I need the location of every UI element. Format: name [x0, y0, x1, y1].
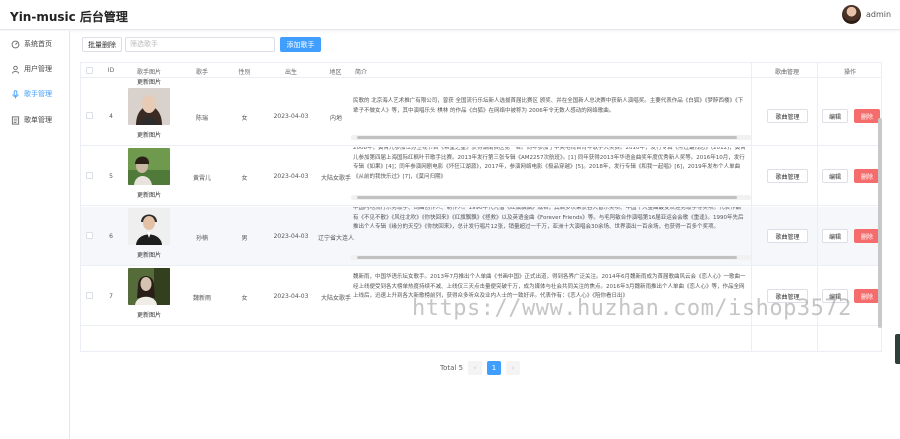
singer-sex: 女: [241, 115, 248, 122]
sidebar-item-dashboard[interactable]: 系统首页: [0, 37, 70, 51]
column-header: 歌手: [195, 69, 208, 76]
update-photo-button[interactable]: 更新图片: [126, 77, 172, 86]
table-row: 6 更新图片 孙楠 男 2023-04-03 辽宁省大连人 中国内地流行乐男歌手…: [81, 207, 881, 266]
delete-button[interactable]: 删除: [854, 229, 880, 243]
singer-id: 4: [109, 113, 113, 120]
column-header: 出生: [284, 69, 297, 76]
edit-button[interactable]: 编辑: [822, 229, 848, 243]
row-checkbox[interactable]: [86, 112, 93, 119]
prev-page-button[interactable]: ‹: [468, 361, 483, 375]
table-row: 5 更新图片 黄霄儿 女 2023-04-03 大陆女歌手 2008年，黄霄儿参…: [81, 147, 881, 206]
sidebar-item-singers[interactable]: 歌手管理: [0, 87, 70, 101]
column-header: 地区: [329, 69, 342, 76]
update-photo-button[interactable]: 更新图片: [126, 190, 172, 199]
add-singer-button[interactable]: 添加歌手: [280, 37, 321, 52]
select-all-checkbox[interactable]: [86, 67, 93, 74]
edit-button[interactable]: 编辑: [822, 109, 848, 123]
singer-photo: [128, 208, 170, 245]
sidebar: 系统首页 用户管理 歌手管理 歌单管理: [0, 31, 70, 439]
singer-location: 大陆女歌手: [320, 295, 351, 302]
next-page-button[interactable]: ›: [506, 361, 521, 375]
top-header: Yin-music 后台管理 admin: [0, 0, 900, 30]
singer-id: 7: [109, 293, 113, 300]
user-name[interactable]: admin: [866, 10, 891, 19]
app-title: Yin-music 后台管理: [10, 10, 128, 24]
edit-button[interactable]: 编辑: [822, 169, 848, 183]
sidebar-item-label: 歌手管理: [24, 90, 52, 98]
singer-sex: 女: [241, 295, 248, 302]
singer-name: 黄霄儿: [192, 175, 211, 182]
singer-sex: 男: [241, 235, 248, 242]
page-scrollbar[interactable]: [878, 118, 882, 328]
sidebar-item-users[interactable]: 用户管理: [0, 62, 70, 76]
user-avatar[interactable]: [842, 5, 861, 24]
pagination: Total 5 ‹ 1 ›: [440, 361, 521, 375]
singer-name: 陈瑞: [195, 115, 208, 122]
table-row: 4 更新图片 陈瑞 女 2023-04-03 内地 民歌的 北京海人艺术推广有限…: [81, 87, 881, 146]
page-number-current[interactable]: 1: [487, 361, 502, 375]
column-header: 歌手图片: [136, 69, 161, 76]
singer-birth: 2023-04-03: [273, 173, 309, 180]
intro-scrollbar[interactable]: [351, 135, 751, 140]
watermark-text: https://www.huzhan.com/ishop3572: [412, 296, 852, 321]
column-header: 简介: [355, 69, 368, 76]
row-checkbox[interactable]: [86, 172, 93, 179]
intro-scrollbar[interactable]: [351, 255, 751, 260]
table-header: ID 歌手图片 歌手 性别 出生 地区 简介 歌曲管理 操作: [81, 63, 881, 78]
sidebar-item-label: 系统首页: [24, 40, 52, 48]
delete-button[interactable]: 删除: [854, 289, 880, 303]
pagination-total: Total 5: [440, 364, 464, 372]
home-icon: [10, 39, 20, 49]
delete-button[interactable]: 删除: [854, 169, 880, 183]
column-header: 歌曲管理: [774, 69, 799, 76]
update-photo-button[interactable]: 更新图片: [126, 250, 172, 259]
search-input[interactable]: 筛选歌手: [125, 37, 275, 52]
column-header: 操作: [843, 69, 856, 76]
singer-intro: 中国内地流行乐男歌手、词曲创作人、制作人。1990年代凭借《红旗飘飘》成名，其后…: [353, 207, 744, 230]
singer-location: 内地: [329, 115, 342, 122]
singer-photo: [128, 148, 170, 185]
singer-birth: 2023-04-03: [273, 293, 309, 300]
singer-photo: [128, 268, 170, 305]
singer-name: 魏新雨: [192, 295, 211, 302]
song-manage-button[interactable]: 歌曲管理: [767, 169, 808, 183]
side-panel-tab[interactable]: [895, 334, 900, 364]
singer-id: 6: [109, 233, 113, 240]
mic-icon: [10, 89, 20, 99]
singer-intro: 2008年，黄霄儿参加江苏卫视节目《希望之星》获得湖南赛区第一名。同年参加了中央…: [353, 147, 746, 180]
batch-delete-button[interactable]: 批量删除: [82, 37, 122, 52]
singer-name: 孙楠: [195, 235, 208, 242]
intro-scrollbar[interactable]: [351, 195, 751, 200]
singer-photo: [128, 88, 170, 125]
sidebar-item-songlists[interactable]: 歌单管理: [0, 113, 70, 127]
update-photo-button[interactable]: 更新图片: [126, 130, 172, 139]
singer-location: 大陆女歌手: [320, 175, 351, 182]
row-checkbox[interactable]: [86, 292, 93, 299]
delete-button[interactable]: 删除: [854, 109, 880, 123]
sidebar-item-label: 歌单管理: [24, 116, 52, 124]
singer-birth: 2023-04-03: [273, 113, 309, 120]
song-manage-button[interactable]: 歌曲管理: [767, 109, 808, 123]
row-checkbox[interactable]: [86, 232, 93, 239]
document-icon: [10, 115, 20, 125]
singer-sex: 女: [241, 175, 248, 182]
column-header: ID: [107, 67, 115, 74]
sidebar-item-label: 用户管理: [24, 65, 52, 73]
column-header: 性别: [238, 69, 251, 76]
singer-id: 5: [109, 173, 113, 180]
main-content: 批量删除 筛选歌手 添加歌手 ID 歌手图片 歌手 性别 出生 地区 简介 歌曲…: [71, 31, 900, 439]
update-photo-button[interactable]: 更新图片: [126, 310, 172, 319]
user-icon: [10, 64, 20, 74]
song-manage-button[interactable]: 歌曲管理: [767, 229, 808, 243]
